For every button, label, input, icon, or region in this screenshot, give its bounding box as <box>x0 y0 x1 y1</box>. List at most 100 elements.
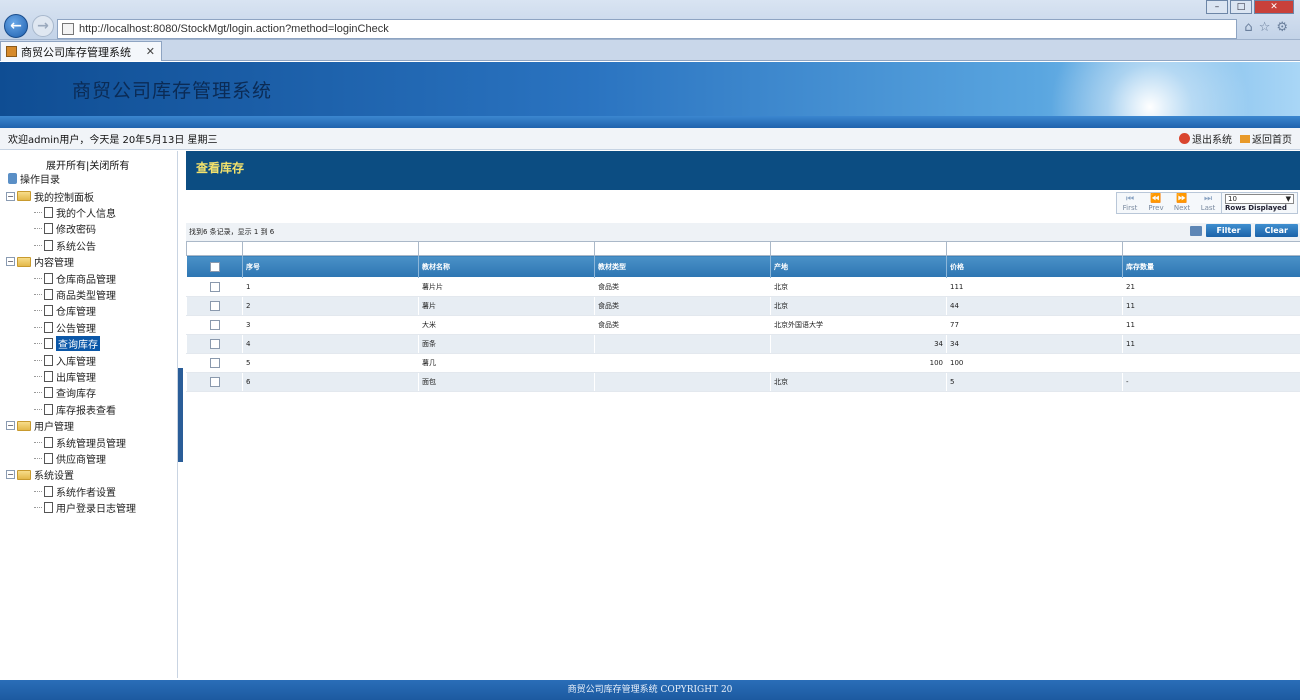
tree-item[interactable]: 入库管理 <box>6 352 176 368</box>
tree-item[interactable]: 商品类型管理 <box>6 286 176 302</box>
last-page-button[interactable]: ⏭ Last <box>1195 193 1221 213</box>
table-row[interactable]: 2 薯片 食品类 北京 44 11 <box>186 296 1300 316</box>
tree-group-label[interactable]: 用户管理 <box>34 418 74 433</box>
logout-label[interactable]: 退出系统 <box>1192 131 1232 146</box>
row-checkbox[interactable] <box>210 339 220 349</box>
tree-item[interactable]: 查询库存 <box>6 385 176 401</box>
tree-item-label[interactable]: 仓库商品管理 <box>56 271 116 286</box>
filter-field[interactable] <box>422 242 591 255</box>
tree-item-label[interactable]: 系统作者设置 <box>56 484 116 499</box>
tree-item-label[interactable]: 修改密码 <box>56 221 96 236</box>
rows-per-page-select[interactable]: 10 ▼ <box>1225 194 1294 204</box>
collapse-toggle-icon[interactable]: − <box>6 470 15 480</box>
tree-item-label[interactable]: 公告管理 <box>56 320 96 335</box>
row-select-cell[interactable] <box>186 334 243 354</box>
sidebar-collapse-handle[interactable] <box>178 368 183 462</box>
tree-item[interactable]: 出库管理 <box>6 368 176 384</box>
logout-link[interactable]: 退出系统 <box>1179 131 1232 146</box>
tree-item-label[interactable]: 出库管理 <box>56 369 96 384</box>
collapse-toggle-icon[interactable]: − <box>6 191 15 201</box>
minimize-icon[interactable]: – <box>1206 0 1228 14</box>
tree-group[interactable]: − 系统设置 <box>6 467 176 483</box>
row-checkbox[interactable] <box>210 377 220 387</box>
row-select-cell[interactable] <box>186 372 243 392</box>
column-header[interactable]: 序号 <box>242 255 419 278</box>
tree-group-label[interactable]: 内容管理 <box>34 254 74 269</box>
tab-close-icon[interactable]: ✕ <box>146 45 155 58</box>
row-checkbox[interactable] <box>210 301 220 311</box>
filter-field[interactable] <box>598 242 767 255</box>
tree-item-label[interactable]: 用户登录日志管理 <box>56 500 136 515</box>
home-icon[interactable]: ⌂ <box>1244 20 1258 35</box>
collapse-toggle-icon[interactable]: − <box>6 257 15 267</box>
tree-group[interactable]: − 内容管理 <box>6 254 176 270</box>
filter-input-no[interactable] <box>242 241 419 256</box>
row-select-cell[interactable] <box>186 296 243 316</box>
tree-item-label[interactable]: 查询库存 <box>56 336 100 352</box>
back-arrow-icon[interactable]: ← <box>4 14 28 38</box>
tree-group[interactable]: − 我的控制面板 <box>6 188 176 204</box>
filter-input-origin[interactable] <box>770 241 947 256</box>
collapse-all-link[interactable]: 关闭所有 <box>89 161 129 172</box>
close-window-icon[interactable]: ✕ <box>1254 0 1294 14</box>
column-header[interactable]: 教材类型 <box>594 255 771 278</box>
table-row[interactable]: 5 薯几 100 100 <box>186 353 1300 373</box>
tree-item[interactable]: 系统公告 <box>6 237 176 253</box>
tree-item-label[interactable]: 查询库存 <box>56 385 96 400</box>
first-page-button[interactable]: ⏮ First <box>1117 193 1143 213</box>
collapse-toggle-icon[interactable]: − <box>6 421 15 431</box>
next-page-button[interactable]: ⏩ Next <box>1169 193 1195 213</box>
address-bar[interactable]: http://localhost:8080/StockMgt/login.act… <box>57 19 1237 39</box>
tree-item-label[interactable]: 商品类型管理 <box>56 287 116 302</box>
favorites-star-icon[interactable]: ☆ <box>1259 20 1277 35</box>
filter-field[interactable] <box>246 242 415 255</box>
browser-tab-active[interactable]: 商贸公司库存管理系统 ✕ <box>0 41 162 61</box>
table-row[interactable]: 1 薯片片 食品类 北京 111 21 <box>186 277 1300 297</box>
filter-button[interactable]: Filter <box>1206 224 1251 237</box>
filter-input-type[interactable] <box>594 241 771 256</box>
column-header[interactable]: 产地 <box>770 255 947 278</box>
row-checkbox[interactable] <box>210 320 220 330</box>
forward-arrow-icon[interactable]: → <box>32 15 54 37</box>
filter-field[interactable] <box>774 242 943 255</box>
select-all-header[interactable] <box>186 255 243 278</box>
tree-item[interactable]: 我的个人信息 <box>6 204 176 220</box>
tree-group-label[interactable]: 系统设置 <box>34 467 74 482</box>
tree-root[interactable]: 操作目录 <box>8 171 60 186</box>
tree-item[interactable]: 系统作者设置 <box>6 483 176 499</box>
row-select-cell[interactable] <box>186 353 243 373</box>
home-label[interactable]: 返回首页 <box>1252 131 1292 146</box>
tree-item[interactable]: 查询库存 <box>6 336 176 352</box>
tree-item[interactable]: 仓库商品管理 <box>6 270 176 286</box>
tree-item[interactable]: 系统管理员管理 <box>6 434 176 450</box>
tree-item-label[interactable]: 仓库管理 <box>56 303 96 318</box>
row-checkbox[interactable] <box>210 282 220 292</box>
filter-input-price[interactable] <box>946 241 1123 256</box>
filter-input-name[interactable] <box>418 241 595 256</box>
tree-item-label[interactable]: 系统管理员管理 <box>56 435 126 450</box>
filter-input-qty[interactable] <box>1122 241 1300 256</box>
address-url[interactable]: http://localhost:8080/StockMgt/login.act… <box>79 23 389 35</box>
tree-item-label[interactable]: 系统公告 <box>56 238 96 253</box>
filter-field[interactable] <box>950 242 1119 255</box>
table-row[interactable]: 3 大米 食品类 北京外国语大学 77 11 <box>186 315 1300 335</box>
column-header[interactable]: 价格 <box>946 255 1123 278</box>
tree-item-label[interactable]: 入库管理 <box>56 353 96 368</box>
tree-item-label[interactable]: 库存报表查看 <box>56 402 116 417</box>
table-row[interactable]: 6 面包 北京 5- <box>186 372 1300 392</box>
tree-item[interactable]: 供应商管理 <box>6 450 176 466</box>
clear-button[interactable]: Clear <box>1254 224 1298 237</box>
tree-group[interactable]: − 用户管理 <box>6 417 176 433</box>
tree-item[interactable]: 库存报表查看 <box>6 401 176 417</box>
column-header[interactable]: 库存数量 <box>1122 255 1300 278</box>
row-select-cell[interactable] <box>186 315 243 335</box>
filter-field[interactable] <box>1126 242 1297 255</box>
maximize-icon[interactable]: □ <box>1230 0 1252 14</box>
settings-gear-icon[interactable]: ⚙ <box>1276 20 1294 35</box>
tree-item[interactable]: 公告管理 <box>6 319 176 335</box>
export-icon[interactable] <box>1190 225 1203 236</box>
row-select-cell[interactable] <box>186 277 243 297</box>
tree-item-label[interactable]: 供应商管理 <box>56 451 106 466</box>
home-link[interactable]: 返回首页 <box>1240 131 1292 146</box>
tree-item[interactable]: 仓库管理 <box>6 303 176 319</box>
